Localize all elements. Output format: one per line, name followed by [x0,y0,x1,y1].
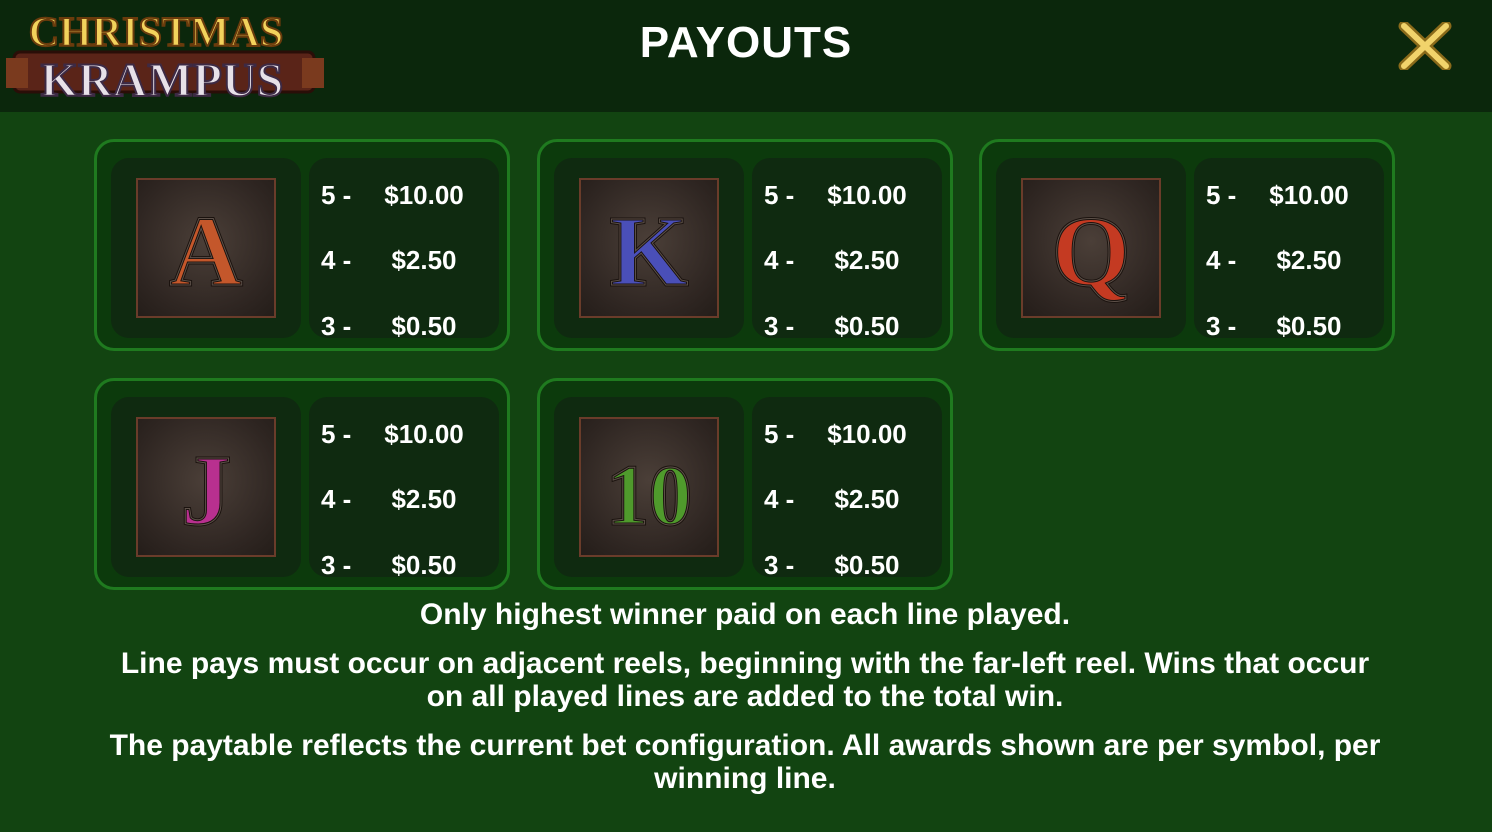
payout-row: 4 - $2.50 [752,482,942,518]
symbol-glyph-stone: Q [1052,195,1131,307]
payout-row: 3 - $0.50 [309,548,499,584]
payout-row: 3 - $0.50 [1194,309,1384,345]
payout-row: 4 - $2.50 [1194,243,1384,279]
payout-row: 3 - $0.50 [309,309,499,345]
payout-row: 5 - $10.00 [309,178,499,214]
paytable-card: 10 10 5 - $10.00 4 - $2.50 3 - $0.50 [537,378,953,590]
payout-panel: 5 - $10.00 4 - $2.50 3 - $0.50 [752,397,942,580]
symbol-glyph-stone: A [170,195,243,307]
match-count: 5 - [764,419,795,449]
symbol-j-icon: JJ [136,417,276,557]
payout-amount: $10.00 [384,419,464,449]
payout-amount: $2.50 [834,484,900,514]
symbol-panel: JJ [111,397,301,577]
match-count: 4 - [1206,245,1237,275]
header-bar: CHRISTMAS KRAMPUS PAYOUTS [0,0,1492,112]
payout-amount: $0.50 [834,311,900,341]
paytable-card: JJ 5 - $10.00 4 - $2.50 3 - $0.50 [94,378,510,590]
match-count: 3 - [321,311,352,341]
payout-amount: $0.50 [391,311,457,341]
payout-panel: 5 - $10.00 4 - $2.50 3 - $0.50 [309,397,499,580]
payout-row: 4 - $2.50 [752,243,942,279]
rules-notes: Only highest winner paid on each line pl… [100,598,1390,811]
payout-panel: 5 - $10.00 4 - $2.50 3 - $0.50 [309,158,499,341]
match-count: 5 - [321,419,352,449]
payout-amount: $2.50 [391,245,457,275]
match-count: 3 - [764,311,795,341]
note-bet-configuration: The paytable reflects the current bet co… [109,729,1381,795]
payout-row: 4 - $2.50 [309,482,499,518]
payout-row: 5 - $10.00 [752,178,942,214]
symbol-q-icon: QQ [1021,178,1161,318]
payout-amount: $0.50 [834,550,900,580]
payout-amount: $2.50 [391,484,457,514]
note-highest-winner: Only highest winner paid on each line pl… [419,598,1071,631]
payout-row: 5 - $10.00 [752,417,942,453]
symbol-k-icon: KK [579,178,719,318]
symbol-panel: AA [111,158,301,338]
payout-amount: $2.50 [834,245,900,275]
symbol-panel: KK [554,158,744,338]
symbol-glyph-stone: J [181,434,232,546]
paytable-card: AA 5 - $10.00 4 - $2.50 3 - $0.50 [94,139,510,351]
page-title: PAYOUTS [639,18,853,67]
payout-amount: $10.00 [827,180,907,210]
match-count: 5 - [764,180,795,210]
match-count: 5 - [1206,180,1237,210]
payout-row: 4 - $2.50 [309,243,499,279]
close-button[interactable] [1398,20,1452,72]
symbol-10-icon: 10 10 [579,417,719,557]
match-count: 4 - [764,484,795,514]
match-count: 4 - [321,484,352,514]
symbol-panel: QQ [996,158,1186,338]
symbol-glyph-stone: 10 [606,449,691,543]
payout-row: 3 - $0.50 [752,309,942,345]
payout-amount: $10.00 [384,180,464,210]
close-x-icon [1398,20,1452,72]
paytable-card: KK 5 - $10.00 4 - $2.50 3 - $0.50 [537,139,953,351]
match-count: 5 - [321,180,352,210]
payout-amount: $2.50 [1276,245,1342,275]
note-adjacent-reels: Line pays must occur on adjacent reels, … [120,647,1370,713]
payout-panel: 5 - $10.00 4 - $2.50 3 - $0.50 [1194,158,1384,341]
match-count: 4 - [764,245,795,275]
payout-amount: $10.00 [1269,180,1349,210]
match-count: 3 - [764,550,795,580]
payout-row: 5 - $10.00 [309,417,499,453]
payout-panel: 5 - $10.00 4 - $2.50 3 - $0.50 [752,158,942,341]
payout-row: 5 - $10.00 [1194,178,1384,214]
symbol-glyph-stone: K [610,195,689,307]
symbol-panel: 10 10 [554,397,744,577]
payout-amount: $0.50 [1276,311,1342,341]
match-count: 3 - [1206,311,1237,341]
payout-amount: $0.50 [391,550,457,580]
paytable-card: QQ 5 - $10.00 4 - $2.50 3 - $0.50 [979,139,1395,351]
match-count: 3 - [321,550,352,580]
match-count: 4 - [321,245,352,275]
symbol-a-icon: AA [136,178,276,318]
payout-amount: $10.00 [827,419,907,449]
payout-row: 3 - $0.50 [752,548,942,584]
